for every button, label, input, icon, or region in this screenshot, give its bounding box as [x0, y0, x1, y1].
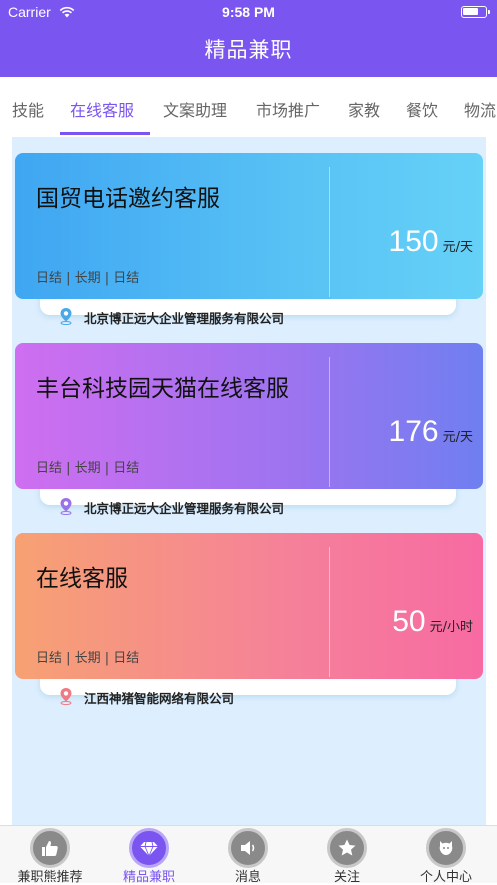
job-card-face: 在线客服 日结 | 长期 | 日结 50 元/小时 [15, 533, 483, 679]
tabbar-item-messages[interactable]: 消息 [198, 826, 298, 885]
person-icon [439, 841, 453, 855]
tabbar-label: 精品兼职 [122, 870, 175, 885]
thumbs-up-icon [42, 841, 58, 856]
tabbar-item-follow[interactable]: 关注 [297, 826, 397, 885]
category-tabs: 技能 在线客服 文案助理 市场推广 家教 餐饮 物流 [0, 77, 497, 137]
tab-tutoring[interactable]: 家教 [348, 97, 380, 121]
salary: 150 元/天 [389, 225, 473, 259]
tab-skills[interactable]: 技能 [12, 97, 44, 121]
job-tags: 日结 | 长期 | 日结 [36, 651, 140, 666]
job-card-face: 丰台科技园天猫在线客服 日结 | 长期 | 日结 176 元/天 [15, 343, 483, 489]
job-list: 国贸电话邀约客服 日结 | 长期 | 日结 150 元/天 北京博正远大企业管理服… [12, 137, 486, 825]
salary: 176 元/天 [389, 415, 473, 449]
job-title: 丰台科技园天猫在线客服 [36, 376, 289, 402]
status-time: 9:58 PM [222, 4, 275, 20]
tab-logistics[interactable]: 物流 [464, 97, 496, 121]
diamond-icon [140, 841, 158, 858]
location-pin-icon [60, 308, 72, 325]
salary-value: 176 [388, 415, 439, 448]
job-title: 在线客服 [36, 566, 128, 592]
tabbar-item-recommend[interactable]: 兼职熊推荐 [0, 826, 100, 885]
location-pin-icon [60, 498, 72, 515]
salary-unit: 元/天 [442, 430, 473, 445]
status-bar: Carrier 9:58 PM [0, 0, 497, 24]
company-name: 江西神猪智能网络有限公司 [84, 691, 235, 706]
tabbar-label: 关注 [333, 870, 360, 885]
page-title: 精品兼职 [204, 38, 293, 62]
bottom-tab-bar: 兼职熊推荐 精品兼职 消息 关注 个人中心 [0, 825, 497, 885]
card-divider [329, 547, 330, 677]
salary: 50 元/小时 [392, 605, 473, 639]
tabbar-label: 消息 [234, 870, 261, 885]
tabbar-label: 个人中心 [419, 870, 472, 885]
salary-unit: 元/小时 [429, 620, 473, 635]
app-header: Carrier 9:58 PM 精品兼职 [0, 0, 497, 77]
salary-unit: 元/天 [442, 240, 473, 255]
job-card[interactable]: 丰台科技园天猫在线客服 日结 | 长期 | 日结 176 元/天 北京博正远大企业… [12, 327, 486, 517]
company-name: 北京博正远大企业管理服务有限公司 [84, 501, 285, 516]
tabbar-item-profile[interactable]: 个人中心 [396, 826, 496, 885]
job-card-face: 国贸电话邀约客服 日结 | 长期 | 日结 150 元/天 [15, 153, 483, 299]
tab-online-service[interactable]: 在线客服 [70, 97, 134, 121]
card-divider [329, 167, 330, 297]
active-tab-indicator [60, 132, 150, 135]
tabbar-label: 兼职熊推荐 [17, 870, 83, 885]
star-icon [338, 839, 356, 856]
job-tags: 日结 | 长期 | 日结 [36, 461, 140, 476]
job-tags: 日结 | 长期 | 日结 [36, 271, 140, 286]
job-card[interactable]: 在线客服 日结 | 长期 | 日结 50 元/小时 江西神猪智能网络有限公司 [12, 517, 486, 707]
tab-copywriting-assistant[interactable]: 文案助理 [163, 97, 227, 121]
company-name: 北京博正远大企业管理服务有限公司 [84, 311, 285, 326]
job-card[interactable]: 国贸电话邀约客服 日结 | 长期 | 日结 150 元/天 北京博正远大企业管理服… [12, 137, 486, 327]
battery-icon [461, 6, 490, 18]
tab-marketing[interactable]: 市场推广 [256, 97, 320, 121]
tab-catering[interactable]: 餐饮 [406, 97, 438, 121]
speaker-icon [241, 841, 255, 855]
job-title: 国贸电话邀约客服 [36, 186, 220, 212]
card-divider [329, 357, 330, 487]
location-pin-icon [60, 688, 72, 705]
salary-value: 150 [388, 225, 439, 258]
salary-value: 50 [392, 605, 426, 638]
tabbar-item-premium-jobs[interactable]: 精品兼职 [99, 826, 199, 885]
